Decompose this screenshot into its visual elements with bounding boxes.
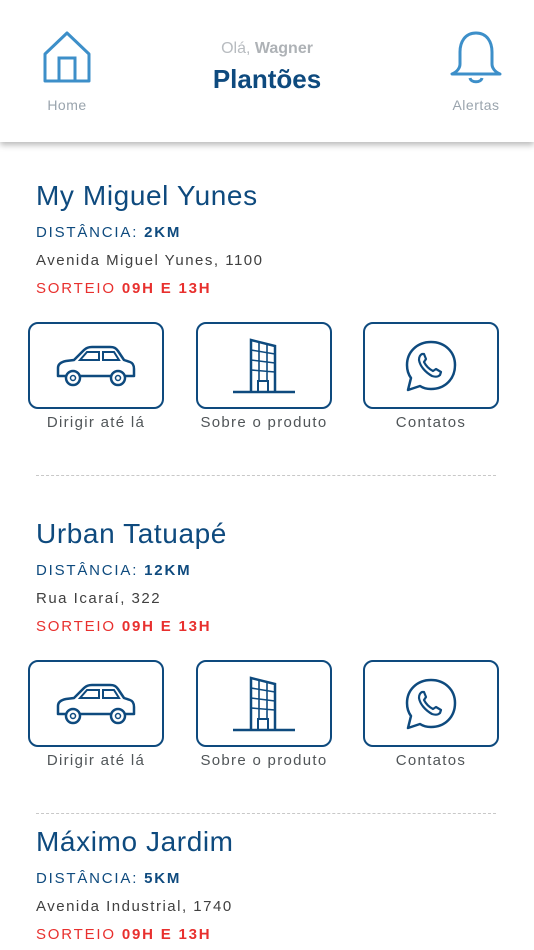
sorteio-row: SORTEIO 09H E 13H — [36, 926, 211, 943]
contacts-label: Contatos — [395, 414, 467, 431]
distance-row: DISTÂNCIA: 2KM — [36, 224, 181, 241]
plantao-name: Urban Tatuapé — [36, 518, 227, 549]
divider — [36, 475, 496, 476]
contacts-label: Contatos — [395, 752, 467, 769]
distance-label: DISTÂNCIA: — [36, 562, 139, 579]
drive-box[interactable] — [28, 322, 164, 409]
drive-box[interactable] — [28, 660, 164, 747]
address: Avenida Industrial, 1740 — [36, 898, 233, 915]
distance-value: 5KM — [144, 870, 182, 887]
about-label: Sobre o produto — [200, 414, 328, 431]
plantao-name: My Miguel Yunes — [36, 180, 258, 211]
about-label: Sobre o produto — [200, 752, 328, 769]
about-box[interactable] — [196, 660, 332, 747]
sorteio-label: SORTEIO — [36, 280, 116, 297]
sorteio-row: SORTEIO 09H E 13H — [36, 280, 211, 297]
distance-value: 12KM — [144, 562, 192, 579]
drive-label: Dirigir até lá — [46, 752, 146, 769]
drive-button[interactable]: Dirigir até lá — [28, 660, 164, 769]
distance-row: DISTÂNCIA: 12KM — [36, 562, 191, 579]
contacts-button[interactable]: Contatos — [363, 660, 499, 769]
building-icon — [233, 337, 295, 393]
sorteio-row: SORTEIO 09H E 13H — [36, 618, 211, 635]
user-name: Wagner — [254, 40, 313, 57]
drive-button[interactable]: Dirigir até lá — [28, 322, 164, 431]
about-button[interactable]: Sobre o produto — [196, 322, 332, 431]
distance-value: 2KM — [144, 224, 182, 241]
contacts-box[interactable] — [363, 322, 499, 409]
alerts-button[interactable]: Alertas — [431, 30, 521, 120]
sorteio-time: 09H E 13H — [121, 280, 212, 297]
greeting-text: Olá, — [221, 40, 251, 57]
building-icon — [233, 675, 295, 731]
action-row: Dirigir até lá Sobre o produto Contatos — [0, 660, 534, 780]
address: Rua Icaraí, 322 — [36, 590, 162, 607]
home-label: Home — [47, 97, 87, 113]
about-box[interactable] — [196, 322, 332, 409]
address: Avenida Miguel Yunes, 1100 — [36, 252, 264, 269]
plantao-name: Máximo Jardim — [36, 826, 234, 857]
contacts-box[interactable] — [363, 660, 499, 747]
contacts-button[interactable]: Contatos — [363, 322, 499, 431]
alerts-label: Alertas — [452, 97, 500, 113]
distance-row: DISTÂNCIA: 5KM — [36, 870, 181, 887]
sorteio-time: 09H E 13H — [121, 618, 212, 635]
sorteio-label: SORTEIO — [36, 618, 116, 635]
divider — [36, 813, 496, 814]
distance-label: DISTÂNCIA: — [36, 224, 139, 241]
about-button[interactable]: Sobre o produto — [196, 660, 332, 769]
sorteio-label: SORTEIO — [36, 926, 116, 943]
car-icon — [56, 345, 136, 386]
drive-label: Dirigir até lá — [46, 414, 146, 431]
action-row: Dirigir até lá Sobre o produto Contatos — [0, 322, 534, 442]
whatsapp-icon — [405, 678, 457, 729]
sorteio-time: 09H E 13H — [121, 926, 212, 943]
app-header: Home Olá, Wagner Plantões Alertas — [0, 0, 534, 142]
whatsapp-icon — [405, 340, 457, 391]
distance-label: DISTÂNCIA: — [36, 870, 139, 887]
bell-icon — [450, 31, 502, 84]
car-icon — [56, 683, 136, 724]
